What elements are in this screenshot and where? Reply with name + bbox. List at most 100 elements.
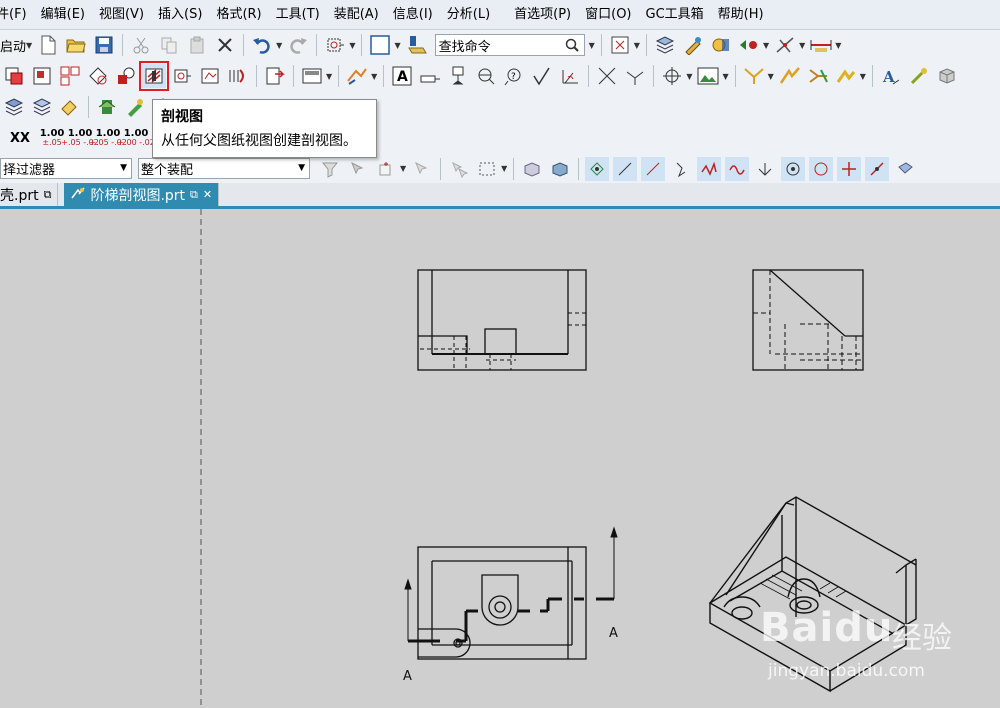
cut-icon[interactable] <box>129 33 153 57</box>
selection-scope-select[interactable]: 整个装配 ▼ <box>138 158 310 179</box>
snap-existing-point-icon[interactable] <box>837 156 862 181</box>
surface-finish-icon[interactable] <box>530 64 554 88</box>
view-orient-icon[interactable] <box>323 33 347 57</box>
layer-table-icon[interactable] <box>30 95 54 119</box>
menu-format[interactable]: 格式(R) <box>210 0 269 29</box>
update-views-icon[interactable] <box>263 64 287 88</box>
tolerance-type-xx[interactable]: XX <box>10 131 30 146</box>
rectangle-select-icon[interactable] <box>475 157 499 181</box>
part-navigator-icon[interactable] <box>95 95 119 119</box>
command-finder-input[interactable]: 查找命令 <box>434 34 585 56</box>
redo-icon[interactable] <box>286 33 310 57</box>
snap-on-curve-icon[interactable] <box>641 156 666 181</box>
edit-object-display-icon[interactable] <box>681 33 705 57</box>
snap-midpoint-icon[interactable] <box>613 156 638 181</box>
note-icon[interactable]: A <box>390 64 414 88</box>
select-all-icon[interactable] <box>410 157 434 181</box>
chevron-down-icon[interactable]: ▼ <box>763 41 769 50</box>
snap-point-on-face-icon[interactable] <box>893 157 917 181</box>
type-filter-select[interactable]: 择过滤器 ▼ <box>0 158 132 179</box>
menu-edit[interactable]: 编辑(E) <box>35 0 93 29</box>
projected-view-icon[interactable] <box>58 64 82 88</box>
snap-intersection-icon[interactable] <box>697 156 722 181</box>
chevron-down-icon[interactable]: ▼ <box>349 41 355 50</box>
chevron-down-icon[interactable]: ▼ <box>371 72 377 81</box>
custom-symbol-icon[interactable] <box>834 64 858 88</box>
broken-view-icon[interactable] <box>170 64 194 88</box>
chevron-down-icon[interactable]: ▼ <box>686 72 692 81</box>
intersection-symbol-icon[interactable] <box>595 64 619 88</box>
snap-control-point-icon[interactable] <box>669 157 693 181</box>
assembly-navigator-icon[interactable] <box>123 95 147 119</box>
break-out-section-icon[interactable] <box>226 64 250 88</box>
weld-symbol-icon[interactable] <box>558 64 582 88</box>
new-file-icon[interactable] <box>36 33 60 57</box>
tab-options-icon[interactable]: ⧉ <box>44 188 52 202</box>
open-folder-icon[interactable] <box>64 33 88 57</box>
chevron-down-icon[interactable]: ▼ <box>634 41 640 50</box>
search-icon[interactable] <box>565 38 579 56</box>
menu-assemblies[interactable]: 装配(A) <box>328 0 387 29</box>
menu-preferences[interactable]: 首选项(P) <box>508 0 579 29</box>
chevron-down-icon[interactable]: ▼ <box>835 41 841 50</box>
chevron-down-icon[interactable]: ▼ <box>589 41 595 50</box>
id-symbol-icon[interactable]: ? <box>502 64 526 88</box>
chevron-down-icon[interactable]: ▼ <box>860 72 866 81</box>
view-boundary-icon[interactable] <box>198 64 222 88</box>
layer-stack-icon[interactable] <box>2 95 26 119</box>
tab-stepped-section-view[interactable]: 阶梯剖视图.prt ⧉ ✕ <box>64 183 220 206</box>
menu-insert[interactable]: 插入(S) <box>152 0 210 29</box>
sheet-icon[interactable] <box>300 64 324 88</box>
snap-tangent-icon[interactable] <box>725 156 750 181</box>
snap-perpendicular-icon[interactable] <box>753 157 777 181</box>
snap-view-icon[interactable] <box>737 33 761 57</box>
section-view-icon[interactable] <box>139 61 169 91</box>
chevron-down-icon[interactable]: ▼ <box>768 72 774 81</box>
feature-control-frame-icon[interactable] <box>418 64 442 88</box>
snap-endpoint-icon[interactable] <box>585 156 610 181</box>
menu-analysis[interactable]: 分析(L) <box>441 0 498 29</box>
paste-icon[interactable] <box>185 33 209 57</box>
sketch-icon[interactable] <box>345 64 369 88</box>
target-point-icon[interactable] <box>623 64 647 88</box>
datum-target-icon[interactable] <box>474 64 498 88</box>
image-icon[interactable] <box>696 64 720 88</box>
solid-body-icon[interactable] <box>520 157 544 181</box>
hatch-icon[interactable] <box>742 64 766 88</box>
information-icon[interactable] <box>405 33 429 57</box>
menu-window[interactable]: 窗口(O) <box>579 0 639 29</box>
snap-point-on-curve-icon[interactable] <box>865 156 890 181</box>
start-button[interactable]: 启动 <box>0 36 26 55</box>
chevron-down-icon[interactable]: ▼ <box>722 72 728 81</box>
chevron-down-icon[interactable]: ▼ <box>501 164 507 173</box>
rendering-style-icon[interactable] <box>368 33 392 57</box>
menu-information[interactable]: 信息(I) <box>387 0 441 29</box>
snap-quadrant-icon[interactable] <box>809 156 834 181</box>
measure-distance-icon[interactable] <box>809 33 833 57</box>
copy-icon[interactable] <box>157 33 181 57</box>
undo-icon[interactable] <box>250 33 274 57</box>
half-view-icon[interactable] <box>114 64 138 88</box>
chevron-down-icon[interactable]: ▼ <box>400 164 406 173</box>
layer-settings-icon[interactable] <box>653 33 677 57</box>
multi-select-icon[interactable] <box>447 157 471 181</box>
chevron-down-icon[interactable]: ▼ <box>326 72 332 81</box>
save-icon[interactable] <box>92 33 116 57</box>
snap-arc-center-icon[interactable] <box>781 156 806 181</box>
chevron-down-icon[interactable]: ▼ <box>394 41 400 50</box>
menu-view[interactable]: 视图(V) <box>93 0 152 29</box>
menu-file[interactable]: 件(F) <box>0 0 35 29</box>
close-icon[interactable]: ✕ <box>203 188 212 201</box>
area-fill-icon[interactable] <box>778 64 802 88</box>
wcs-icon[interactable] <box>773 33 797 57</box>
tolerance-limit[interactable]: 1.00 +.00 -.02 <box>117 129 155 148</box>
menu-help[interactable]: 帮助(H) <box>712 0 772 29</box>
show-hide-icon[interactable] <box>709 33 733 57</box>
filter-settings-icon[interactable] <box>318 157 342 181</box>
drawing-view-icon[interactable] <box>30 64 54 88</box>
tab-shell-part[interactable]: 壳.prt ⧉ <box>0 183 59 206</box>
sheet-body-icon[interactable] <box>548 157 572 181</box>
menu-tools[interactable]: 工具(T) <box>270 0 328 29</box>
detail-view-icon[interactable] <box>86 64 110 88</box>
menu-gc-toolkit[interactable]: GC工具箱 <box>640 0 712 29</box>
